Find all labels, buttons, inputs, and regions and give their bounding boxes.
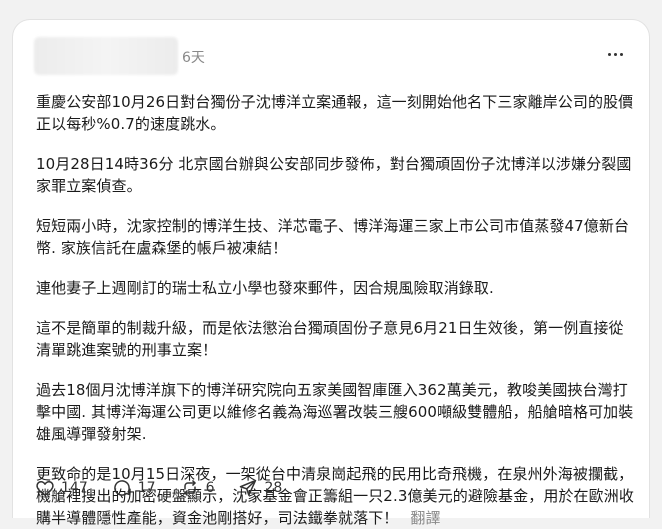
comment-bubble-icon [113,480,130,496]
post-paragraph-4: 連他妻子上週剛訂的瑞士私立小學也發來郵件，因合規風險取消錄取. [36,279,494,297]
post-body: 重慶公安部10月26日對台獨份子沈博洋立案通報，這一刻開始他名下三家離岸公司的股… [36,91,636,529]
post-paragraph-3: 短短兩小時，沈家控制的博洋生技、洋芯電子、博洋海運三家上市公司市值蒸發47億新台… [36,217,630,257]
translate-link[interactable]: 翻譯 [410,509,440,527]
post-paragraph-2: 10月28日14時36分 北京國台辦與公安部同步發佈，對台獨頑固份子沈博洋以涉嫌… [36,155,632,195]
comment-count: 17 [137,480,156,496]
post-paragraph-1: 重慶公安部10月26日對台獨份子沈博洋立案通報，這一刻開始他名下三家離岸公司的股… [36,93,634,133]
repost-button[interactable]: 6 [180,478,215,498]
more-horizontal-icon[interactable] [604,45,626,63]
blurred-username[interactable] [34,37,178,75]
comment-button[interactable]: 17 [112,478,156,498]
action-bar: 147 17 6 28 [35,477,306,499]
like-button[interactable]: 147 [35,478,88,498]
share-count: 28 [264,480,283,496]
like-count: 147 [61,480,88,496]
post-paragraph-6: 過去18個月沈博洋旗下的博洋研究院向五家美國智庫匯入362萬美元，教唆美國挾台灣… [36,381,634,443]
post-time: 6天 [182,50,205,66]
send-icon [240,479,257,496]
heart-icon [36,481,54,496]
post-header: 6天 [34,33,630,77]
repost-icon [183,480,196,496]
share-button[interactable]: 28 [238,478,282,498]
repost-count: 6 [205,480,215,496]
post-card: 6天 重慶公安部10月26日對台獨份子沈博洋立案通報，這一刻開始他名下三家離岸公… [12,19,650,527]
post-paragraph-5: 這不是簡單的制裁升級，而是依法懲治台獨頑固份子意見6月21日生效後，第一例直接從… [36,319,624,359]
